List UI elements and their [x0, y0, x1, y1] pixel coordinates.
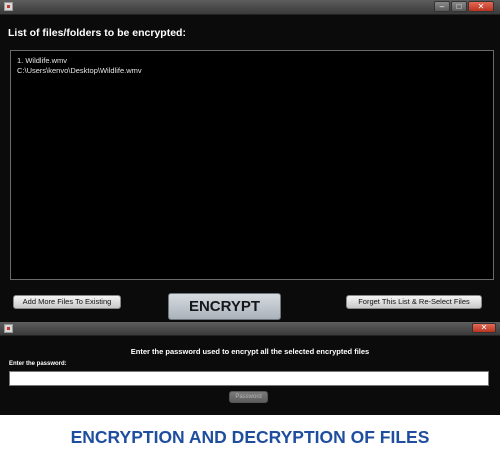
- add-more-files-button[interactable]: Add More Files To Existing: [13, 295, 121, 309]
- file-list-heading: List of files/folders to be encrypted:: [8, 27, 186, 39]
- forget-list-button[interactable]: Forget This List & Re-Select Files: [346, 295, 482, 309]
- main-titlebar[interactable]: – □ ✕: [0, 0, 500, 15]
- minimize-button[interactable]: –: [434, 1, 450, 12]
- file-list-item: C:\Users\kenvo\Desktop\Wildlife.wmv: [17, 66, 142, 75]
- page-caption: ENCRYPTION AND DECRYPTION OF FILES: [70, 427, 430, 447]
- maximize-button[interactable]: □: [451, 1, 467, 12]
- password-field[interactable]: [9, 371, 489, 386]
- encrypt-button[interactable]: ENCRYPT: [168, 293, 281, 320]
- dialog-titlebar[interactable]: ✕: [0, 322, 500, 336]
- password-dialog: ✕ Enter the password used to encrypt all…: [0, 322, 500, 415]
- file-list-area[interactable]: 1. Wildlife.wmv C:\Users\kenvo\Desktop\W…: [10, 50, 494, 280]
- close-button[interactable]: ✕: [468, 1, 494, 12]
- java-app-icon: [4, 2, 13, 11]
- screenshot-page: – □ ✕ List of files/folders to be encryp…: [0, 0, 500, 464]
- file-list-item: 1. Wildlife.wmv: [17, 56, 68, 65]
- dialog-message: Enter the password used to encrypt all t…: [130, 347, 370, 356]
- encryption-window: – □ ✕ List of files/folders to be encryp…: [0, 0, 500, 322]
- java-app-icon: [4, 324, 13, 333]
- password-submit-button[interactable]: Password: [229, 391, 268, 403]
- password-label: Enter the password:: [9, 361, 67, 367]
- dialog-close-button[interactable]: ✕: [472, 323, 496, 333]
